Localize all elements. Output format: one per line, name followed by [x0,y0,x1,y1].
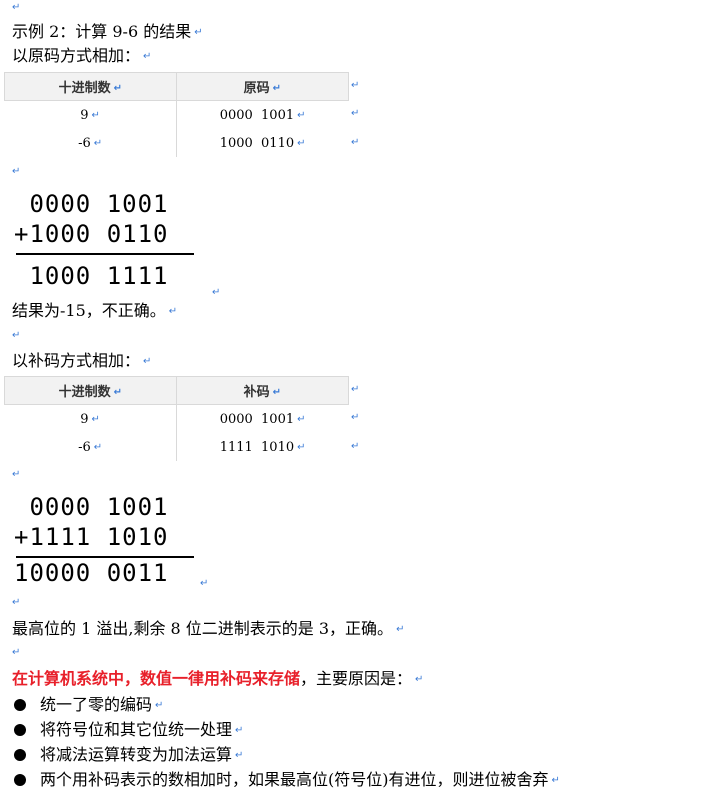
row-end-mark: ↵ [351,80,360,91]
row-end-mark: ↵ [351,108,360,119]
bullet-icon [14,724,26,736]
paragraph-mark: ↵ [12,166,21,177]
section1-heading: 以原码方式相加： ↵ [12,46,152,65]
paragraph-mark: ↵ [396,623,405,635]
section2-heading: 以补码方式相加： ↵ [12,351,152,370]
sum-result: 1000 1111 [14,262,169,290]
table-cell: -6 ↵ [4,433,177,461]
table-row: 9 ↵ 0000 1001 ↵ [4,404,349,433]
table-cell: 9 ↵ [4,100,177,129]
addend-b: +1000 0110 [14,220,169,248]
row-end-mark: ↵ [351,137,360,148]
table-header-decimal: 十进制数 ↵ [4,72,177,101]
bullet-icon [14,774,26,786]
table-row: 9 ↵ 0000 1001 ↵ [4,100,349,129]
table-cell: -6 ↵ [4,129,177,157]
table-row: -6 ↵ 1111 1010 ↵ [4,433,349,461]
list-item: 将符号位和其它位统一处理 ↵ [14,720,243,741]
list-item: 两个用补码表示的数相加时，如果最高位(符号位)有进位，则进位被舍弃 ↵ [14,770,560,791]
paragraph-mark: ↵ [415,673,424,685]
table-header-code: 补码 ↵ [175,376,350,405]
sum-rule [16,253,194,255]
paragraph-mark: ↵ [168,305,178,317]
paragraph-mark: ↵ [12,330,21,341]
row-end-mark: ↵ [351,412,360,423]
addend-b: +1111 1010 [14,523,169,551]
summary-statement: 在计算机系统中，数值一律用补码来存储，主要原因是： ↵ [12,669,424,688]
list-item: 统一了零的编码 ↵ [14,695,163,716]
paragraph-mark: ↵ [200,578,209,589]
table-header-row: 十进制数 ↵ 原码 ↵ [4,72,350,101]
bullet-icon [14,699,26,711]
row-end-mark: ↵ [351,441,360,452]
table-header-decimal: 十进制数 ↵ [4,376,177,405]
row-end-mark: ↵ [351,384,360,395]
table-header-row: 十进制数 ↵ 补码 ↵ [4,376,350,405]
example-title: 示例 2：计算 9-6 的结果 ↵ [12,22,203,41]
paragraph-mark: ↵ [12,597,21,608]
sign-magnitude-table: 十进制数 ↵ 原码 ↵ 9 ↵ 0000 1001 ↵ -6 ↵ 1000 0110 ↵ [4,72,350,157]
paragraph-mark: ↵ [212,287,221,298]
paragraph-mark: ↵ [12,469,21,480]
addend-a: 0000 1001 [14,190,169,218]
paragraph-mark: ↵ [12,2,21,13]
paragraph-mark: ↵ [194,26,203,38]
paragraph-mark: ↵ [143,50,152,62]
bullet-icon [14,749,26,761]
sum-result: 10000 0011 [14,559,169,587]
paragraph-mark: ↵ [143,355,152,367]
table-cell: 1000 0110 ↵ [219,135,306,151]
document-page: ↵ 示例 2：计算 9-6 的结果 ↵ 以原码方式相加： ↵ 十进制数 ↵ 原码 ↵ 9… [0,0,711,801]
table-header-code: 原码 ↵ [175,72,350,101]
addend-a: 0000 1001 [14,493,169,521]
table-cell: 9 ↵ [4,404,177,433]
table-cell: 0000 1001 ↵ [219,107,306,123]
table-cell: 0000 1001 ↵ [219,411,306,427]
twos-complement-table: 十进制数 ↵ 补码 ↵ 9 ↵ 0000 1001 ↵ -6 ↵ 1111 1010 ↵ [4,376,350,461]
section2-conclusion: 最高位的 1 溢出,剩余 8 位二进制表示的是 3，正确。 ↵ [12,619,405,638]
section1-conclusion: 结果为-15，不正确。 ↵ [12,301,178,320]
list-item: 将减法运算转变为加法运算 ↵ [14,745,243,766]
table-cell: 1111 1010 ↵ [219,439,306,455]
paragraph-mark: ↵ [12,647,21,658]
table-row: -6 ↵ 1000 0110 ↵ [4,129,349,157]
summary-emphasis: 在计算机系统中，数值一律用补码来存储 [12,669,301,688]
